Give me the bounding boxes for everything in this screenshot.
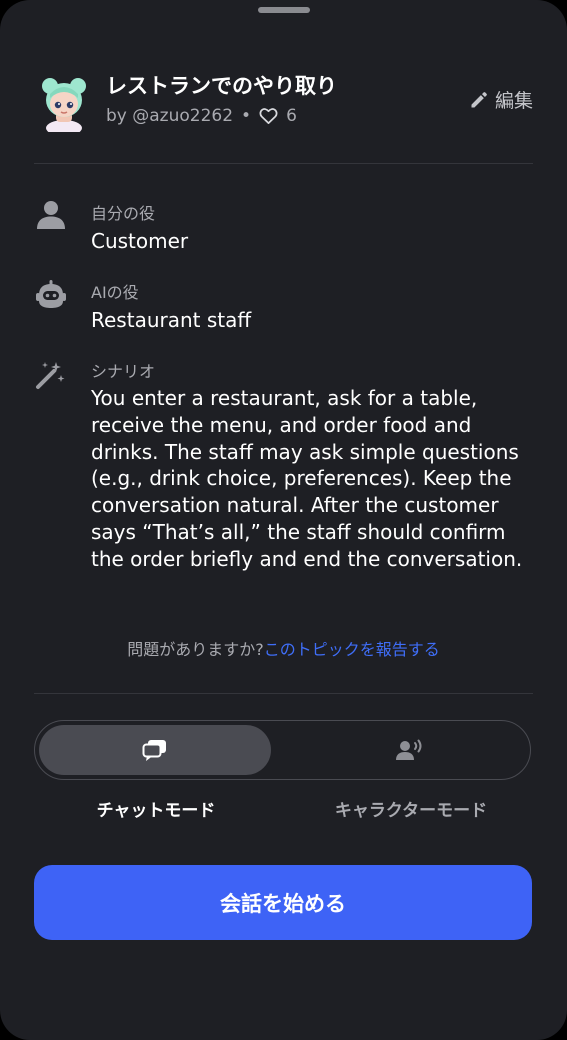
edit-label: 編集 [494,90,533,112]
robot-icon [34,278,68,312]
header-divider [34,163,533,164]
scenario-label: シナリオ [91,362,156,381]
report-line: 問題がありますか?このトピックを報告する [0,636,567,660]
chat-mode-label[interactable]: チャットモード [31,796,281,821]
start-button-label: 会話を始める [220,891,346,916]
scenario-text: You enter a restaurant, ask for a table,… [91,386,523,571]
meta-separator: • [241,106,252,126]
person-icon [34,198,68,232]
user-role-label: 自分の役 [91,204,156,223]
ai-role-label: AIの役 [91,283,139,302]
character-mode-segment[interactable] [293,725,525,775]
ai-role-value: Restaurant staff [91,308,252,332]
report-topic-link[interactable]: このトピックを報告する [264,640,440,659]
voice-person-icon [396,739,422,760]
like-count: 6 [286,106,297,126]
edit-button[interactable]: 編集 [469,86,533,113]
report-question: 問題がありますか? [127,640,264,659]
user-role-value: Customer [91,229,189,253]
sheet-grabber[interactable] [258,7,310,13]
author-handle[interactable]: by @azuo2262 [106,106,233,126]
report-divider [34,693,533,694]
character-avatar [36,72,92,136]
topic-meta: by @azuo2262 • 6 [106,106,297,126]
heart-icon[interactable] [259,107,278,125]
topic-detail-sheet: レストランでのやり取り by @azuo2262 • 6 編集 自分の役 Cus… [0,0,567,1040]
topic-title: レストランでのやり取り [106,74,337,98]
start-conversation-button[interactable]: 会話を始める [34,865,532,940]
chat-mode-segment[interactable] [39,725,271,775]
pencil-icon [471,91,487,107]
chat-bubbles-icon [142,740,166,761]
character-mode-label[interactable]: キャラクターモード [286,796,536,821]
magic-wand-icon [34,358,68,392]
mode-toggle [34,720,531,780]
